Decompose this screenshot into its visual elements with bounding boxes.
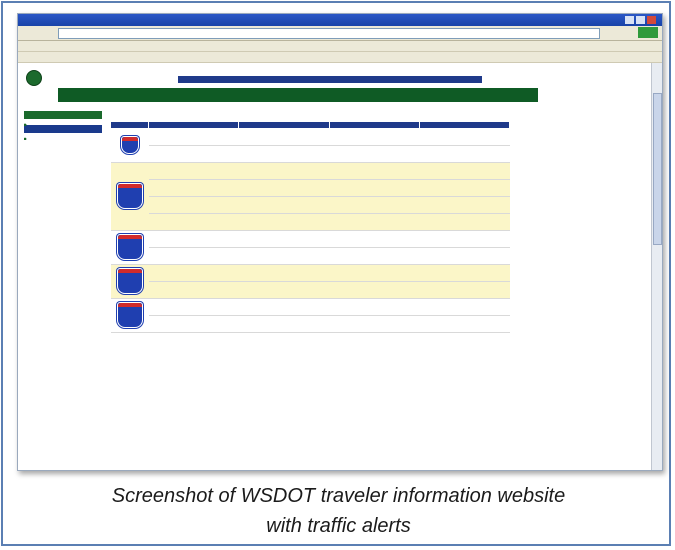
website-screenshot — [17, 13, 663, 471]
site-nav-strip — [178, 76, 482, 83]
table-row — [111, 281, 510, 299]
table-row — [111, 145, 510, 163]
table-row — [111, 213, 510, 231]
page-banner — [58, 88, 538, 102]
browser-title-bar — [18, 14, 662, 26]
col-header — [110, 121, 149, 129]
sidebar — [24, 111, 102, 142]
travel-times-table — [110, 121, 511, 333]
url-field — [58, 28, 600, 39]
minimize-icon — [625, 16, 634, 24]
sidebar-header — [24, 111, 102, 119]
caption-line-2: with traffic alerts — [266, 515, 411, 537]
wsdot-seal-icon — [26, 70, 42, 86]
route-shield-icon — [116, 233, 143, 260]
table-row — [110, 264, 510, 299]
vertical-scrollbar — [651, 63, 662, 470]
table-row — [110, 230, 510, 265]
route-shield-icon — [120, 135, 139, 154]
col-header — [328, 121, 420, 129]
table-row — [111, 315, 510, 333]
browser-toolbar — [18, 41, 662, 52]
table-row — [110, 128, 510, 163]
caption-line-1: Screenshot of WSDOT traveler information… — [111, 485, 566, 507]
col-header — [238, 121, 330, 129]
table-row — [111, 196, 510, 214]
route-shield-icon — [116, 182, 143, 209]
go-button — [638, 27, 658, 38]
figure-frame: Screenshot of WSDOT traveler information… — [1, 1, 671, 546]
route-shield-icon — [116, 301, 143, 328]
route-shield-icon — [116, 267, 143, 294]
wsdot-logo — [26, 67, 45, 89]
table-row — [111, 247, 510, 265]
table-row — [110, 162, 510, 231]
web-page — [18, 63, 652, 470]
scrollbar-thumb — [653, 93, 662, 245]
table-header-row — [110, 121, 511, 129]
search-toolbar — [18, 52, 662, 63]
close-icon — [647, 16, 656, 24]
table-row — [110, 298, 510, 333]
window-controls — [625, 16, 656, 24]
main-content — [110, 113, 530, 333]
sidebar-header-2 — [24, 125, 102, 133]
maximize-icon — [636, 16, 645, 24]
address-bar — [18, 26, 662, 41]
table-row — [111, 179, 510, 197]
col-header — [418, 121, 511, 129]
col-header — [147, 121, 240, 129]
